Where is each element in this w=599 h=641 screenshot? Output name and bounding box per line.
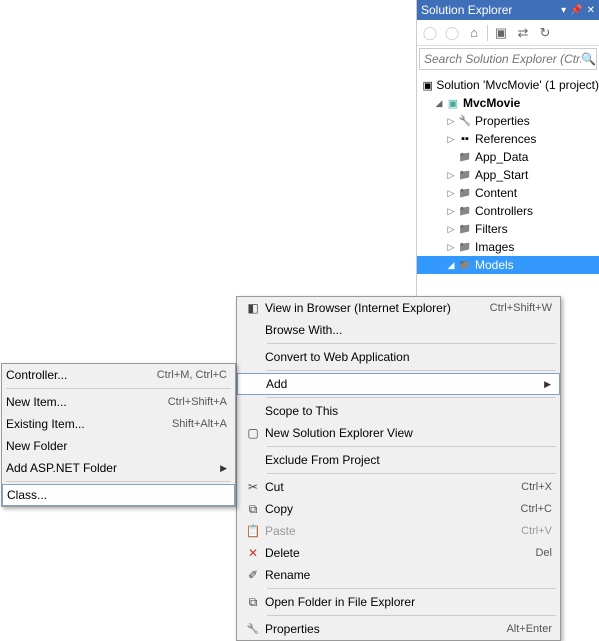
menu-separator <box>267 370 556 371</box>
expander-icon[interactable]: ▷ <box>445 224 457 235</box>
home-icon[interactable]: ⌂ <box>465 24 483 42</box>
expander-icon[interactable]: ▷ <box>445 116 457 127</box>
tree-project[interactable]: ◢ ▣ MvcMovie <box>417 94 599 112</box>
menu-delete[interactable]: ✕ Delete Del <box>237 542 560 564</box>
folder-icon <box>457 186 473 200</box>
back-icon[interactable]: ◯ <box>421 24 439 42</box>
references-icon: ▪▪ <box>457 132 473 146</box>
tree-solution[interactable]: ▣ Solution 'MvcMovie' (1 project) <box>417 76 599 94</box>
search-input[interactable] <box>424 52 581 66</box>
menu-separator <box>267 446 556 447</box>
folder-icon <box>457 258 473 272</box>
dropdown-icon[interactable]: ▾ <box>561 5 566 16</box>
menu-open-folder[interactable]: ⧉ Open Folder in File Explorer <box>237 591 560 613</box>
context-menu-main: ◧ View in Browser (Internet Explorer) Ct… <box>236 296 561 641</box>
pin-icon[interactable]: 📌 <box>570 5 582 16</box>
folder-icon <box>457 240 473 254</box>
solution-tree: ▣ Solution 'MvcMovie' (1 project) ◢ ▣ Mv… <box>417 72 599 278</box>
submenu-aspnet-folder[interactable]: Add ASP.NET Folder ▶ <box>2 457 235 479</box>
panel-toolbar: ◯ ◯ ⌂ ▣ ⇄ ↻ <box>417 20 599 46</box>
menu-convert-webapp[interactable]: Convert to Web Application <box>237 346 560 368</box>
menu-separator <box>267 397 556 398</box>
solution-icon: ▣ <box>421 78 434 92</box>
close-icon[interactable]: ✕ <box>587 5 595 16</box>
panel-title: Solution Explorer <box>421 3 512 17</box>
tree-node-properties[interactable]: ▷ Properties <box>417 112 599 130</box>
menu-properties[interactable]: Properties Alt+Enter <box>237 618 560 640</box>
menu-rename[interactable]: ✐ Rename <box>237 564 560 586</box>
search-box[interactable]: 🔍 <box>419 48 597 70</box>
panel-header[interactable]: Solution Explorer ▾ 📌 ✕ <box>417 0 599 20</box>
refresh-icon[interactable]: ↻ <box>536 24 554 42</box>
project-icon: ▣ <box>445 96 461 110</box>
rename-icon: ✐ <box>241 567 265 583</box>
expander-icon[interactable]: ▷ <box>445 134 457 145</box>
submenu-arrow-icon: ▶ <box>544 379 551 390</box>
expander-icon[interactable]: ▷ <box>445 206 457 217</box>
window-icon: ▢ <box>241 425 265 441</box>
forward-icon[interactable]: ◯ <box>443 24 461 42</box>
tree-node-images[interactable]: ▷ Images <box>417 238 599 256</box>
search-icon[interactable]: 🔍 <box>581 52 596 66</box>
menu-separator <box>6 481 231 482</box>
submenu-controller[interactable]: Controller... Ctrl+M, Ctrl+C <box>2 364 235 386</box>
expander-icon[interactable]: ▷ <box>445 242 457 253</box>
menu-paste: 📋 Paste Ctrl+V <box>237 520 560 542</box>
menu-separator <box>267 615 556 616</box>
menu-scope[interactable]: Scope to This <box>237 400 560 422</box>
paste-icon: 📋 <box>241 523 265 539</box>
submenu-arrow-icon: ▶ <box>220 463 227 474</box>
expander-icon[interactable]: ◢ <box>433 98 445 109</box>
menu-separator <box>267 588 556 589</box>
menu-separator <box>267 473 556 474</box>
browser-icon: ◧ <box>241 300 265 316</box>
tree-node-references[interactable]: ▷ ▪▪ References <box>417 130 599 148</box>
submenu-new-folder[interactable]: New Folder <box>2 435 235 457</box>
cut-icon: ✂ <box>241 479 265 495</box>
toggle-icon[interactable]: ▣ <box>492 24 510 42</box>
open-folder-icon: ⧉ <box>241 594 265 610</box>
submenu-new-item[interactable]: New Item... Ctrl+Shift+A <box>2 391 235 413</box>
menu-view-in-browser[interactable]: ◧ View in Browser (Internet Explorer) Ct… <box>237 297 560 319</box>
menu-add[interactable]: Add ▶ <box>237 373 560 395</box>
wrench-icon <box>457 114 473 128</box>
tree-node-controllers[interactable]: ▷ Controllers <box>417 202 599 220</box>
menu-new-explorer-view[interactable]: ▢ New Solution Explorer View <box>237 422 560 444</box>
menu-copy[interactable]: ⧉ Copy Ctrl+C <box>237 498 560 520</box>
tree-node-content[interactable]: ▷ Content <box>417 184 599 202</box>
delete-icon: ✕ <box>241 545 265 561</box>
tree-node-models[interactable]: ◢ Models <box>417 256 599 274</box>
context-menu-add: Controller... Ctrl+M, Ctrl+C New Item...… <box>1 363 236 507</box>
sync-icon[interactable]: ⇄ <box>514 24 532 42</box>
menu-cut[interactable]: ✂ Cut Ctrl+X <box>237 476 560 498</box>
tree-node-filters[interactable]: ▷ Filters <box>417 220 599 238</box>
tree-node-appstart[interactable]: ▷ App_Start <box>417 166 599 184</box>
menu-separator <box>6 388 231 389</box>
wrench-icon <box>241 621 265 637</box>
folder-icon <box>457 204 473 218</box>
menu-browse-with[interactable]: Browse With... <box>237 319 560 341</box>
menu-exclude[interactable]: Exclude From Project <box>237 449 560 471</box>
expander-icon[interactable]: ▷ <box>445 188 457 199</box>
expander-icon[interactable]: ▷ <box>445 170 457 181</box>
expander-icon[interactable]: ◢ <box>445 260 457 271</box>
folder-icon <box>457 222 473 236</box>
submenu-existing-item[interactable]: Existing Item... Shift+Alt+A <box>2 413 235 435</box>
submenu-class[interactable]: Class... <box>2 484 235 506</box>
copy-icon: ⧉ <box>241 501 265 517</box>
folder-icon <box>457 168 473 182</box>
tree-node-appdata[interactable]: App_Data <box>417 148 599 166</box>
folder-icon <box>457 150 473 164</box>
menu-separator <box>267 343 556 344</box>
